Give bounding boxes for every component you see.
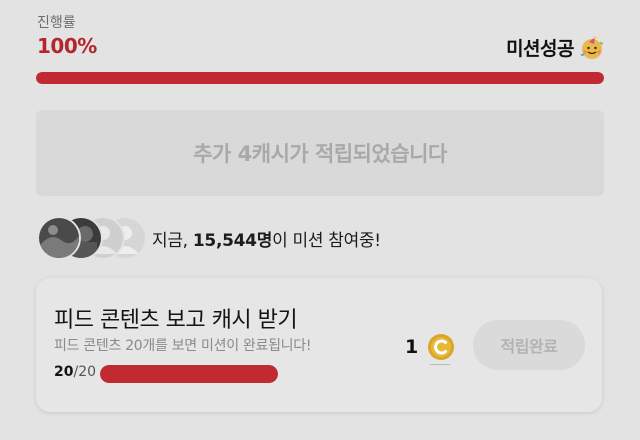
- mission-progress-fill: [36, 72, 604, 84]
- mission-description: 피드 콘텐츠 20개를 보면 미션이 완료됩니다!: [54, 338, 312, 354]
- participants-prefix: 지금,: [152, 231, 188, 251]
- mission-count: 20/20: [54, 364, 96, 380]
- mission-progress-bar: [36, 72, 604, 84]
- mission-title: 피드 콘텐츠 보고 캐시 받기: [54, 308, 298, 333]
- party-face-icon: [580, 35, 604, 60]
- avatar: [37, 216, 81, 260]
- claim-complete-button[interactable]: 적립완료: [473, 320, 585, 370]
- cash-coin-icon: [427, 333, 455, 361]
- progress-value: 100%: [37, 34, 97, 58]
- participants-text: 지금, 15,544명이 미션 참여중!: [152, 226, 381, 251]
- mission-card-progress-fill: [100, 365, 278, 383]
- participants-suffix: 이 미션 참여중!: [272, 231, 381, 251]
- mission-card-progress-bar: [100, 365, 278, 383]
- mission-count-done: 20: [54, 364, 74, 380]
- participants-count: 15,544명: [192, 231, 273, 251]
- cash-amount: 1: [405, 336, 419, 358]
- mission-status-text: 미션성공: [506, 38, 574, 60]
- mission-count-total: /20: [73, 364, 97, 380]
- participant-avatars: [37, 216, 147, 260]
- reward-banner: 추가 4캐시가 적립되었습니다: [36, 110, 604, 196]
- coin-underline: [430, 364, 450, 365]
- progress-label: 진행률: [37, 15, 76, 31]
- mission-card: 피드 콘텐츠 보고 캐시 받기 피드 콘텐츠 20개를 보면 미션이 완료됩니다…: [36, 278, 602, 412]
- mission-status: 미션성공: [506, 34, 604, 61]
